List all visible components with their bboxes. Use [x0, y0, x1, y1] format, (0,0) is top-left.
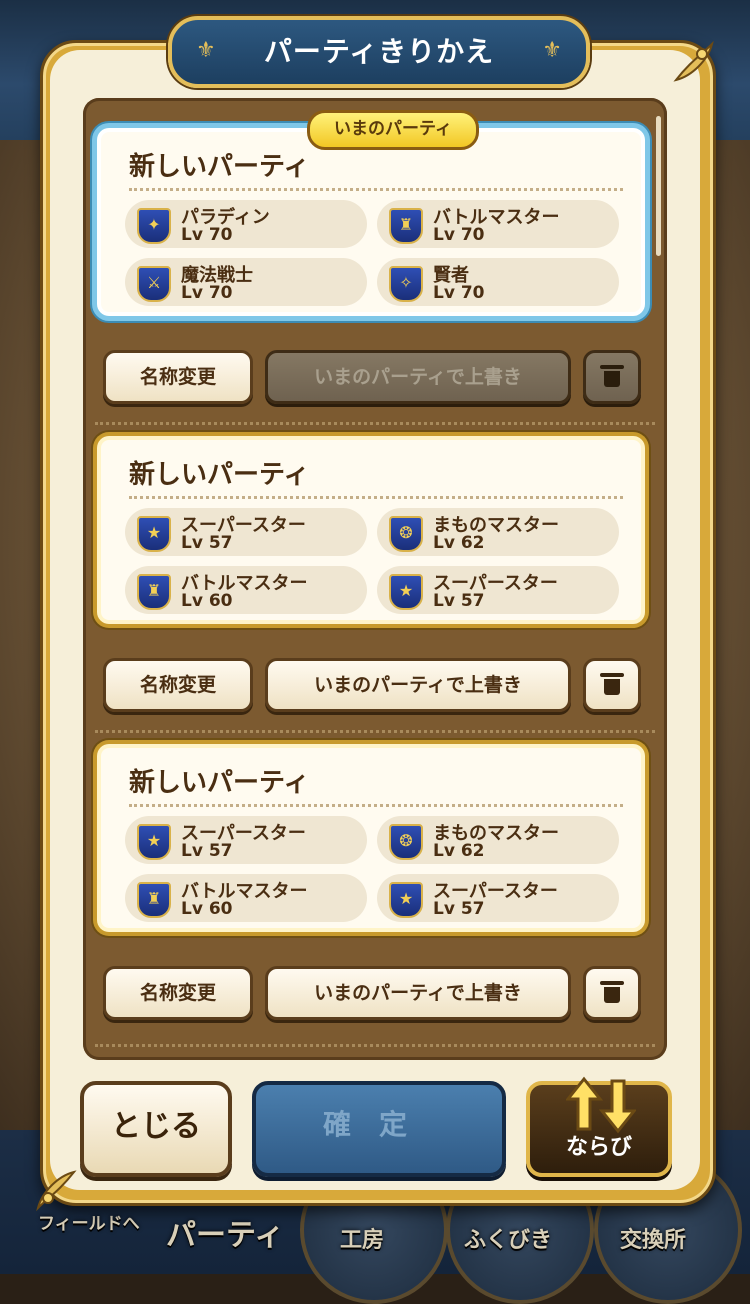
member-level: Lv 60 [181, 591, 233, 611]
sort-button[interactable]: ならび [526, 1076, 672, 1177]
member-level: Lv 57 [181, 841, 233, 861]
delete-button[interactable] [583, 966, 641, 1020]
party-card[interactable]: いまのパーティ 新しいパーティ ✦ パラディン Lv 70 ♜ バトルマスター … [101, 110, 641, 312]
member-level: Lv 57 [433, 899, 485, 919]
superstar-emblem-icon: ★ [137, 516, 171, 552]
member-level: Lv 70 [433, 283, 485, 303]
trash-icon [600, 673, 624, 695]
member-level: Lv 70 [433, 225, 485, 245]
nav-party[interactable]: パーティ [166, 1210, 284, 1254]
divider [129, 804, 623, 807]
divider [129, 188, 623, 191]
member-level: Lv 62 [433, 841, 485, 861]
party-member: ★ スーパースター Lv 57 [125, 508, 367, 556]
party-card[interactable]: 新しいパーティ ★ スーパースター Lv 57 ❂ まものマスター Lv 62 … [101, 748, 641, 928]
separator [95, 422, 655, 425]
party-member: ❂ まものマスター Lv 62 [377, 508, 619, 556]
party-member: ★ スーパースター Lv 57 [377, 874, 619, 922]
trash-icon [600, 981, 624, 1003]
superstar-emblem-icon: ★ [137, 824, 171, 860]
party-card[interactable]: 新しいパーティ ★ スーパースター Lv 57 ❂ まものマスター Lv 62 … [101, 440, 641, 620]
member-level: Lv 70 [181, 283, 233, 303]
sort-arrows-icon [566, 1076, 636, 1134]
separator [95, 730, 655, 733]
separator [95, 1044, 655, 1047]
party-member: ❂ まものマスター Lv 62 [377, 816, 619, 864]
nav-field[interactable]: フィールドへ [38, 1209, 140, 1234]
close-button[interactable]: とじる [80, 1081, 232, 1177]
party-member: ✧ 賢者 Lv 70 [377, 258, 619, 306]
battle-master-emblem-icon: ♜ [389, 208, 423, 244]
battle-master-emblem-icon: ♜ [137, 574, 171, 610]
magic-warrior-emblem-icon: ⚔ [137, 266, 171, 302]
scrollbar[interactable] [656, 116, 661, 256]
ornament-icon [36, 1170, 77, 1212]
overwrite-button[interactable]: いまのパーティで上書き [265, 966, 571, 1020]
overwrite-button[interactable]: いまのパーティで上書き [265, 658, 571, 712]
party-name: 新しいパーティ [129, 152, 310, 182]
superstar-emblem-icon: ★ [389, 574, 423, 610]
trash-icon [600, 365, 624, 387]
party-member: ♜ バトルマスター Lv 60 [125, 566, 367, 614]
party-name: 新しいパーティ [129, 768, 310, 798]
dialog-title-banner: ⚜ パーティきりかえ ⚜ [168, 16, 590, 88]
party-name: 新しいパーティ [129, 460, 310, 490]
party-member: ★ スーパースター Lv 57 [377, 566, 619, 614]
member-level: Lv 57 [433, 591, 485, 611]
dialog-title: パーティきりかえ [263, 35, 495, 68]
rename-button[interactable]: 名称変更 [103, 350, 253, 404]
current-party-tag: いまのパーティ [307, 110, 479, 150]
battle-master-emblem-icon: ♜ [137, 882, 171, 918]
nav-koukan[interactable]: 交換所 [620, 1222, 686, 1254]
rename-button[interactable]: 名称変更 [103, 658, 253, 712]
party-list[interactable]: いまのパーティ 新しいパーティ ✦ パラディン Lv 70 ♜ バトルマスター … [83, 98, 667, 1060]
ornament-icon [673, 40, 714, 82]
nav-fukubiki[interactable]: ふくびき [464, 1222, 552, 1254]
divider [129, 496, 623, 499]
party-member: ♜ バトルマスター Lv 70 [377, 200, 619, 248]
monster-master-emblem-icon: ❂ [389, 516, 423, 552]
party-member: ♜ バトルマスター Lv 60 [125, 874, 367, 922]
sort-label: ならび [565, 1135, 632, 1160]
delete-button[interactable] [583, 350, 641, 404]
party-member: ★ スーパースター Lv 57 [125, 816, 367, 864]
confirm-button[interactable]: 確定 [252, 1081, 506, 1177]
sage-emblem-icon: ✧ [389, 266, 423, 302]
fleur-icon: ⚜ [542, 38, 562, 63]
member-level: Lv 57 [181, 533, 233, 553]
overwrite-button[interactable]: いまのパーティで上書き [265, 350, 571, 404]
member-level: Lv 70 [181, 225, 233, 245]
member-level: Lv 60 [181, 899, 233, 919]
delete-button[interactable] [583, 658, 641, 712]
member-level: Lv 62 [433, 533, 485, 553]
party-member: ✦ パラディン Lv 70 [125, 200, 367, 248]
monster-master-emblem-icon: ❂ [389, 824, 423, 860]
party-member: ⚔ 魔法戦士 Lv 70 [125, 258, 367, 306]
superstar-emblem-icon: ★ [389, 882, 423, 918]
paladin-emblem-icon: ✦ [137, 208, 171, 244]
nav-kobo[interactable]: 工房 [340, 1222, 384, 1254]
rename-button[interactable]: 名称変更 [103, 966, 253, 1020]
